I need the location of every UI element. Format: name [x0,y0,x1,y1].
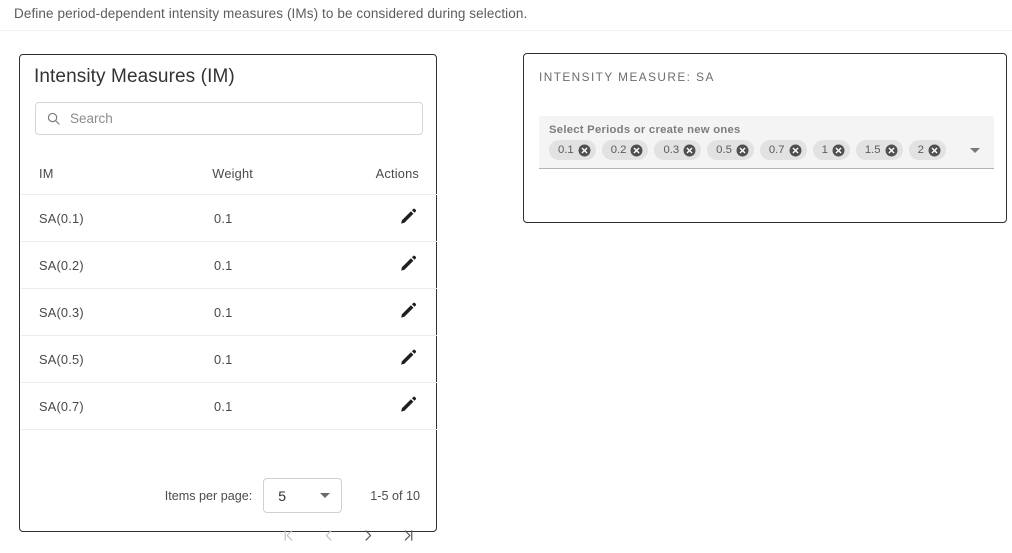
period-chip[interactable]: 1 [812,140,850,160]
table-row: SA(0.3) 0.1 [21,289,437,336]
cell-im: SA(0.5) [39,351,84,367]
chip-remove-icon[interactable] [885,144,898,157]
chip-remove-icon[interactable] [789,144,802,157]
period-chip-label: 1.5 [864,144,881,156]
period-chip[interactable]: 0.7 [759,140,807,160]
search-field[interactable] [35,102,423,135]
period-chip[interactable]: 0.5 [707,140,754,160]
column-header-im: IM [39,166,54,181]
column-header-weight: Weight [212,166,254,181]
cell-weight: 0.1 [214,398,233,414]
cell-weight: 0.1 [214,304,233,320]
periods-field-inner: Select Periods or create new ones 0.1 0.2… [549,124,960,164]
chip-remove-icon[interactable] [578,144,591,157]
period-chip-label: 0.3 [663,144,680,156]
cell-actions [379,395,437,417]
intensity-measure-sa-card: INTENSITY MEASURE: SA Select Periods or … [523,53,1007,223]
cell-actions [379,348,437,370]
page-description-bar: Define period-dependent intensity measur… [0,0,1012,31]
search-icon [47,112,60,125]
periods-field-label: Select Periods or create new ones [549,124,741,136]
table-row: SA(0.1) 0.1 [21,195,437,242]
first-page-button[interactable] [268,517,308,553]
cell-im: SA(0.3) [39,304,84,320]
period-chip[interactable]: 0.2 [601,140,649,160]
last-page-button[interactable] [388,517,428,553]
page-range-label: 1-5 of 10 [370,488,420,503]
period-chip[interactable]: 2 [908,140,946,160]
last-page-icon [404,529,412,541]
chip-remove-icon[interactable] [683,144,696,157]
table-row: SA(0.5) 0.1 [21,336,437,383]
cell-actions [379,207,437,229]
pencil-icon[interactable] [397,395,419,417]
chip-remove-icon[interactable] [736,144,749,157]
items-per-page-select[interactable]: 5 [263,478,343,513]
period-chip-label: 0.1 [558,144,574,156]
chevron-down-icon [320,493,331,498]
pencil-icon[interactable] [397,348,419,370]
table-header-row: IM Weight Actions [21,153,437,195]
im-table: IM Weight Actions SA(0.1) 0.1 SA(0.2) 0.… [21,153,437,430]
chip-remove-icon[interactable] [832,144,845,157]
next-page-button[interactable] [348,517,388,553]
period-chip-list: 0.1 0.2 0.3 0.5 0.7 1 1.5 2 [549,140,960,164]
cell-weight: 0.1 [214,210,233,226]
cell-im: SA(0.2) [39,257,84,273]
intensity-measures-card: Intensity Measures (IM) IM Weight Action… [19,54,437,541]
paginator-buttons [268,517,428,553]
period-chip[interactable]: 1.5 [855,140,903,160]
previous-page-button[interactable] [308,517,348,553]
table-row: SA(0.2) 0.1 [21,242,437,289]
period-chip-label: 0.7 [768,144,785,156]
period-chip-label: 2 [917,144,924,156]
chevron-down-icon[interactable] [970,148,980,153]
cell-weight: 0.1 [214,351,233,367]
period-chip[interactable]: 0.1 [549,140,596,160]
items-per-page-value: 5 [278,487,287,504]
periods-field[interactable]: Select Periods or create new ones 0.1 0.2… [539,116,994,169]
cell-actions [379,254,437,276]
page-title: Intensity Measures (IM) [34,66,235,87]
items-per-page-label: Items per page: [164,488,253,503]
pencil-icon[interactable] [397,207,419,229]
paginator: Items per page: 5 1-5 of 10 [20,473,436,541]
cell-im: SA(0.7) [39,398,84,414]
table-row: SA(0.7) 0.1 [21,383,437,430]
sa-card-title: INTENSITY MEASURE: SA [539,70,715,84]
page-description: Define period-dependent intensity measur… [14,6,528,21]
period-chip[interactable]: 0.3 [654,140,702,160]
first-page-icon [284,529,292,541]
chevron-right-icon [364,529,371,541]
pencil-icon[interactable] [397,301,419,323]
cell-actions [379,301,437,323]
chevron-left-icon [325,529,332,541]
pencil-icon[interactable] [397,254,419,276]
period-chip-label: 0.5 [716,144,732,156]
period-chip-label: 0.2 [610,144,627,156]
column-header-actions: Actions [375,166,419,181]
paginator-top-row: Items per page: 5 1-5 of 10 [165,478,420,513]
chip-remove-icon[interactable] [928,144,941,157]
search-input[interactable] [70,108,412,129]
cell-im: SA(0.1) [39,210,84,226]
chip-remove-icon[interactable] [630,144,643,157]
cell-weight: 0.1 [214,257,233,273]
period-chip-label: 1 [821,144,828,156]
